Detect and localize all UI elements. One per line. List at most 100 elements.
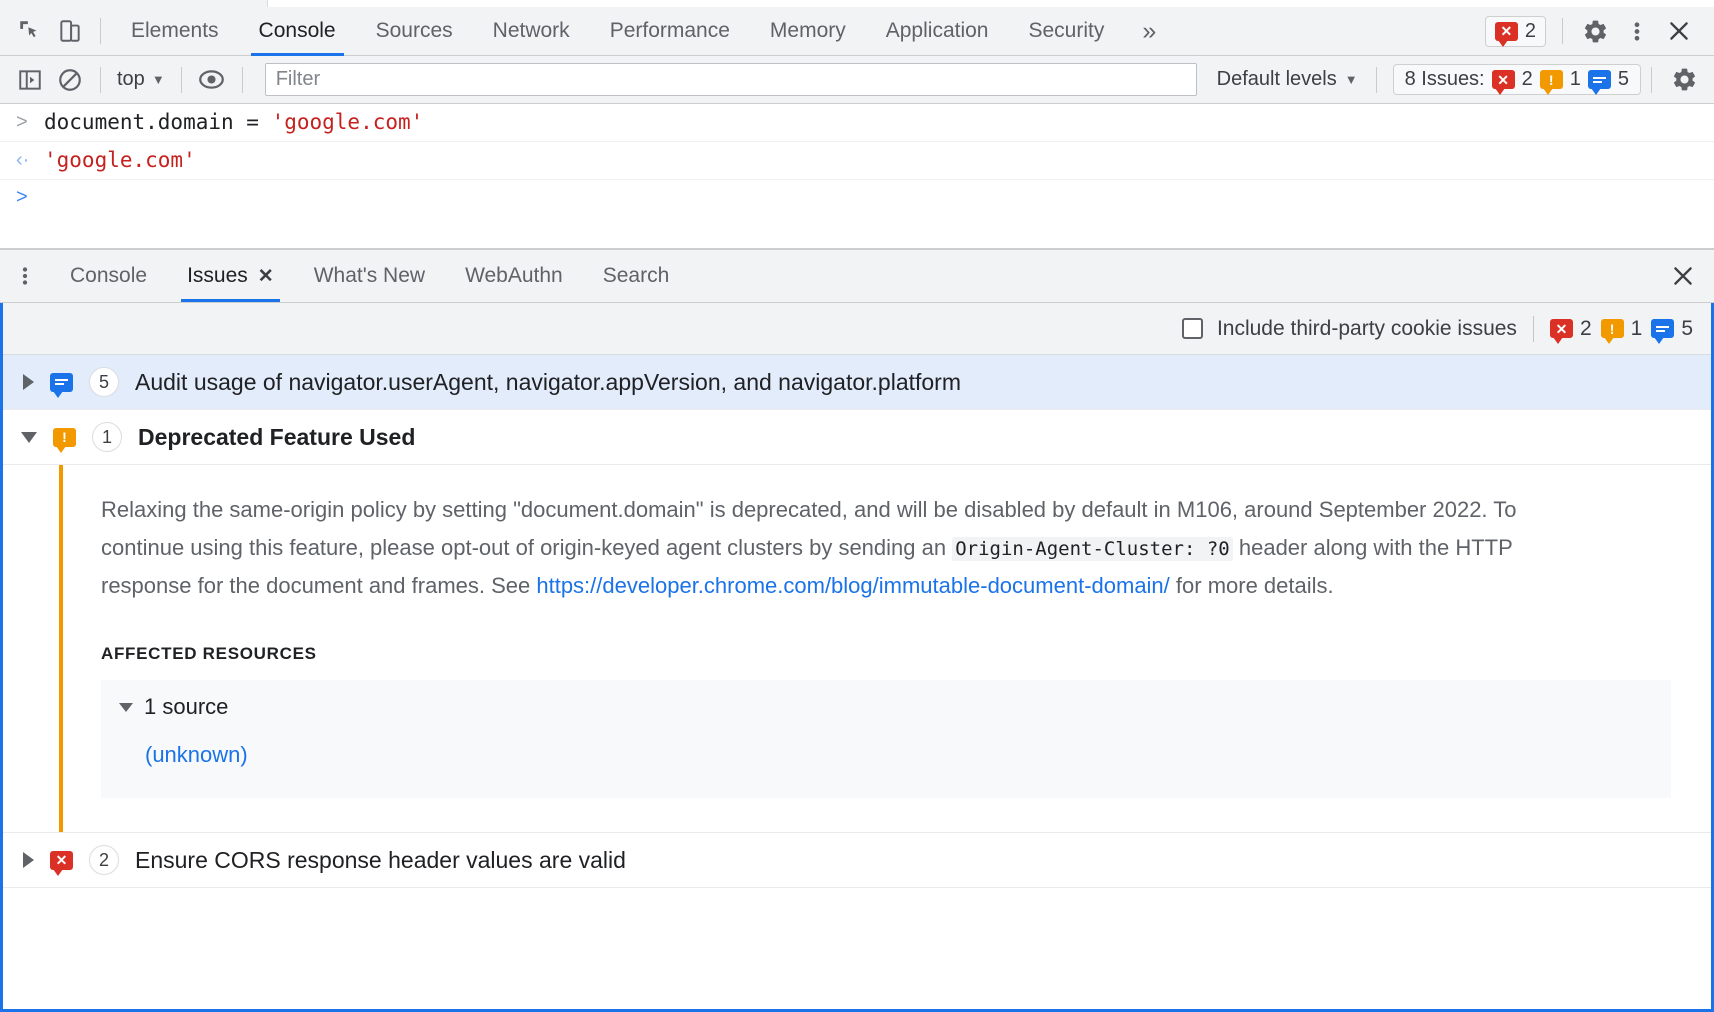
tab-application[interactable]: Application	[866, 7, 1009, 56]
include-third-party-cookie-checkbox[interactable]: Include third-party cookie issues	[1182, 317, 1517, 341]
issue-row[interactable]: ✕ 2 Ensure CORS response header values a…	[3, 833, 1711, 888]
error-badge-icon: ✕	[1550, 319, 1573, 338]
more-tabs-icon[interactable]: »	[1124, 17, 1174, 46]
error-count-chip[interactable]: ✕ 2	[1485, 16, 1546, 47]
issue-description-code: Origin-Agent-Cluster: ?0	[952, 537, 1233, 561]
expand-triangle-icon[interactable]	[23, 852, 34, 868]
issue-count-pill: 1	[92, 422, 122, 452]
clear-console-icon[interactable]	[50, 60, 90, 100]
chevron-down-icon: ▼	[1345, 72, 1358, 87]
sources-toggle[interactable]: 1 source	[119, 694, 1653, 720]
console-filter-toolbar: top ▼ Default levels ▼ 8 Issues: ✕ 2 ! 1…	[0, 56, 1714, 104]
tab-memory[interactable]: Memory	[750, 7, 866, 56]
drawer-tab-webauthn-label: WebAuthn	[465, 264, 563, 288]
affected-source-link[interactable]: (unknown)	[145, 742, 1653, 768]
inspect-element-icon[interactable]	[10, 11, 50, 51]
console-output-line[interactable]: ‹· 'google.com'	[0, 142, 1714, 180]
issues-summary-chip[interactable]: 8 Issues: ✕ 2 ! 1 5	[1393, 64, 1641, 95]
tab-elements[interactable]: Elements	[111, 7, 239, 56]
console-prompt-arrow-icon: >	[16, 186, 32, 209]
info-badge-icon	[50, 373, 73, 392]
console-input-line[interactable]: > document.domain = 'google.com'	[0, 104, 1714, 142]
toolbar-divider	[100, 18, 101, 44]
error-badge-icon: ✕	[1495, 22, 1518, 41]
tab-sources[interactable]: Sources	[356, 7, 473, 56]
affected-resources-label: AFFECTED RESOURCES	[101, 644, 1671, 664]
live-expression-icon[interactable]	[192, 60, 232, 100]
chevron-down-icon: ▼	[152, 72, 165, 87]
console-input-code: document.domain = 'google.com'	[44, 108, 423, 137]
issue-description: Relaxing the same-origin policy by setti…	[101, 491, 1551, 604]
drawer-tab-console-label: Console	[70, 264, 147, 288]
execution-context-selector[interactable]: top ▼	[111, 68, 171, 91]
issue-count-pill: 2	[89, 845, 119, 875]
tab-console[interactable]: Console	[239, 7, 356, 56]
console-output-code: 'google.com'	[44, 146, 196, 175]
devtools-main-toolbar: Elements Console Sources Network Perform…	[0, 7, 1714, 56]
close-icon[interactable]	[1656, 18, 1702, 44]
drawer-tab-whats-new[interactable]: What's New	[294, 250, 445, 302]
devtools-tab-list: Elements Console Sources Network Perform…	[111, 7, 1124, 56]
tab-security[interactable]: Security	[1008, 7, 1124, 56]
drawer-tab-webauthn[interactable]: WebAuthn	[445, 250, 583, 302]
issues-pane: Include third-party cookie issues ✕ 2 ! …	[0, 303, 1714, 1012]
console-sidebar-icon[interactable]	[10, 60, 50, 100]
console-output-string: 'google.com'	[44, 148, 196, 172]
tab-elements-label: Elements	[131, 19, 219, 43]
execution-context-value: top	[117, 68, 145, 91]
drawer-tab-console[interactable]: Console	[50, 250, 167, 302]
issues-error-count: 2	[1522, 68, 1533, 91]
drawer-tab-issues[interactable]: Issues ✕	[167, 250, 294, 302]
issue-row[interactable]: ! 1 Deprecated Feature Used	[3, 410, 1711, 465]
drawer-tab-search-label: Search	[603, 264, 670, 288]
checkbox-box-icon	[1182, 318, 1203, 339]
info-badge-icon	[1651, 319, 1674, 338]
issue-detail-content: Relaxing the same-origin policy by setti…	[63, 465, 1711, 832]
console-output-arrow-icon: ‹·	[16, 146, 32, 175]
issues-warning-count-value: 1	[1631, 317, 1643, 341]
error-x-glyph: ✕	[1497, 73, 1509, 87]
filter-input[interactable]	[265, 63, 1197, 96]
info-lines-glyph	[1656, 324, 1669, 334]
drawer-tab-search[interactable]: Search	[583, 250, 690, 302]
console-toolbar-divider-1	[100, 67, 101, 93]
console-prompt[interactable]: >	[0, 180, 1714, 215]
issues-counter-group: ✕ 2 ! 1 5	[1550, 317, 1693, 341]
tab-memory-label: Memory	[770, 19, 846, 43]
tab-network[interactable]: Network	[473, 7, 590, 56]
error-x-glyph: ✕	[1501, 24, 1513, 38]
issues-pane-header: Include third-party cookie issues ✕ 2 ! …	[3, 303, 1711, 355]
include-third-party-cookie-label: Include third-party cookie issues	[1217, 317, 1517, 341]
tab-sources-label: Sources	[376, 19, 453, 43]
error-x-glyph: ✕	[1556, 322, 1568, 336]
kebab-menu-icon[interactable]	[1618, 18, 1656, 45]
drawer-tab-issues-label: Issues	[187, 264, 248, 288]
drawer-close-icon[interactable]	[1652, 250, 1714, 302]
console-settings-gear-icon[interactable]	[1662, 66, 1714, 93]
info-lines-glyph	[1593, 75, 1606, 85]
issue-row[interactable]: 5 Audit usage of navigator.userAgent, na…	[3, 355, 1711, 410]
affected-resources-box: 1 source (unknown)	[101, 680, 1671, 798]
collapse-triangle-icon[interactable]	[21, 432, 37, 443]
tab-performance[interactable]: Performance	[590, 7, 750, 56]
issue-documentation-link[interactable]: https://developer.chrome.com/blog/immuta…	[536, 573, 1169, 598]
log-levels-value: Default levels	[1217, 68, 1337, 91]
log-levels-selector[interactable]: Default levels ▼	[1209, 68, 1366, 91]
tab-network-label: Network	[493, 19, 570, 43]
error-badge-icon: ✕	[50, 851, 73, 870]
gear-icon[interactable]	[1573, 18, 1618, 45]
issues-error-counter: ✕ 2	[1550, 317, 1592, 341]
issue-detail-body: Relaxing the same-origin policy by setti…	[3, 465, 1711, 833]
expand-triangle-icon[interactable]	[23, 374, 34, 390]
error-count-value: 2	[1525, 20, 1536, 43]
issues-info-counter: 5	[1651, 317, 1693, 341]
tab-performance-label: Performance	[610, 19, 730, 43]
toolbar-divider-right	[1562, 18, 1563, 44]
issue-count-pill: 5	[89, 367, 119, 397]
device-toolbar-icon[interactable]	[50, 11, 90, 51]
drawer-menu-icon[interactable]	[0, 250, 50, 302]
drawer-tab-issues-close-icon[interactable]: ✕	[258, 265, 274, 288]
console-input-arrow-icon: >	[16, 108, 32, 137]
issues-warning-counter: ! 1	[1601, 317, 1643, 341]
collapse-triangle-icon	[119, 703, 133, 712]
